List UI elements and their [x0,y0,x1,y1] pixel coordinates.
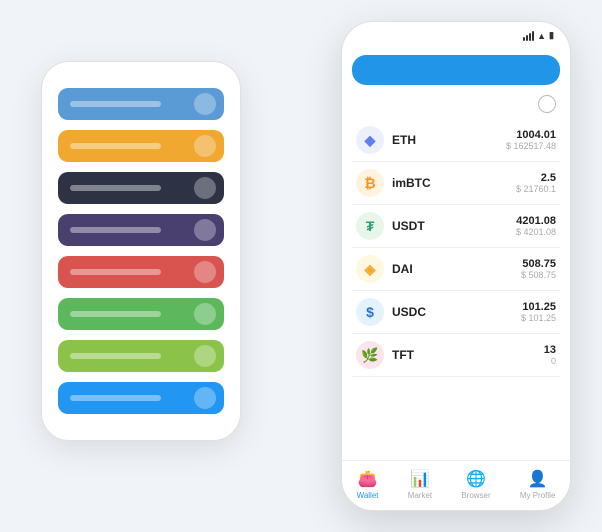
asset-row[interactable]: 🌿 TFT 130 [352,334,560,377]
background-phone [41,61,241,441]
add-asset-button[interactable] [538,95,556,113]
bottom-nav: 👛 Wallet 📊 Market 🌐 Browser 👤 My Profile [342,460,570,510]
bg-card-card-red[interactable] [58,256,224,288]
battery-icon: ▮ [549,30,554,41]
asset-main-amount: 508.75 [521,258,556,270]
asset-name-imbtc: imBTC [392,176,508,190]
asset-amounts-usdt: 4201.08$ 4201.08 [516,215,556,237]
signal-icon [523,31,534,41]
nav-browser-label: Browser [461,491,490,500]
asset-list: ◆ ETH 1004.01$ 162517.48 ₿ imBTC 2.5$ 21760.1… [342,119,570,460]
nav-profile-icon: 👤 [528,469,548,489]
usdt-icon: ₮ [356,212,384,240]
asset-usd-amount: $ 162517.48 [506,141,556,151]
asset-amounts-usdc: 101.25$ 101.25 [521,301,556,323]
asset-usd-amount: $ 508.75 [521,270,556,280]
bg-card-card-purple[interactable] [58,214,224,246]
asset-name-usdt: USDT [392,219,508,233]
bg-card-card-dark[interactable] [58,172,224,204]
asset-row[interactable]: ◈ DAI 508.75$ 508.75 [352,248,560,291]
bg-card-card-blue[interactable] [58,88,224,120]
asset-row[interactable]: ₮ USDT 4201.08$ 4201.08 [352,205,560,248]
bg-card-card-blue2[interactable] [58,382,224,414]
asset-usd-amount: $ 4201.08 [516,227,556,237]
asset-usd-amount: 0 [544,356,556,366]
usdc-icon: $ [356,298,384,326]
app-scene: ▲ ▮ [21,21,581,511]
foreground-phone: ▲ ▮ [341,21,571,511]
asset-amounts-dai: 508.75$ 508.75 [521,258,556,280]
nav-market-label: Market [408,491,432,500]
status-icons: ▲ ▮ [523,30,554,41]
eth-icon: ◆ [356,126,384,154]
wifi-icon: ▲ [537,31,546,41]
nav-item-browser[interactable]: 🌐 Browser [461,469,490,500]
wallet-card[interactable] [352,55,560,85]
asset-main-amount: 13 [544,344,556,356]
asset-amounts-eth: 1004.01$ 162517.48 [506,129,556,151]
nav-profile-label: My Profile [520,491,556,500]
bg-card-card-orange[interactable] [58,130,224,162]
dai-icon: ◈ [356,255,384,283]
phone-header [342,45,570,55]
asset-name-usdc: USDC [392,305,513,319]
asset-row[interactable]: $ USDC 101.25$ 101.25 [352,291,560,334]
nav-market-icon: 📊 [410,469,430,489]
asset-amounts-tft: 130 [544,344,556,366]
asset-name-eth: ETH [392,133,498,147]
imbtc-icon: ₿ [356,169,384,197]
nav-item-wallet[interactable]: 👛 Wallet [357,469,379,500]
nav-wallet-label: Wallet [357,491,379,500]
asset-main-amount: 2.5 [516,172,556,184]
asset-main-amount: 1004.01 [506,129,556,141]
asset-row[interactable]: ₿ imBTC 2.5$ 21760.1 [352,162,560,205]
nav-browser-icon: 🌐 [466,469,486,489]
nav-wallet-icon: 👛 [358,469,378,489]
asset-usd-amount: $ 101.25 [521,313,556,323]
asset-name-dai: DAI [392,262,513,276]
nav-item-market[interactable]: 📊 Market [408,469,432,500]
asset-amounts-imbtc: 2.5$ 21760.1 [516,172,556,194]
status-bar: ▲ ▮ [342,22,570,45]
asset-row[interactable]: ◆ ETH 1004.01$ 162517.48 [352,119,560,162]
asset-main-amount: 4201.08 [516,215,556,227]
asset-main-amount: 101.25 [521,301,556,313]
assets-header [342,95,570,119]
bg-card-card-lime[interactable] [58,340,224,372]
nav-item-profile[interactable]: 👤 My Profile [520,469,556,500]
asset-name-tft: TFT [392,348,536,362]
bg-card-card-green[interactable] [58,298,224,330]
tft-icon: 🌿 [356,341,384,369]
asset-usd-amount: $ 21760.1 [516,184,556,194]
